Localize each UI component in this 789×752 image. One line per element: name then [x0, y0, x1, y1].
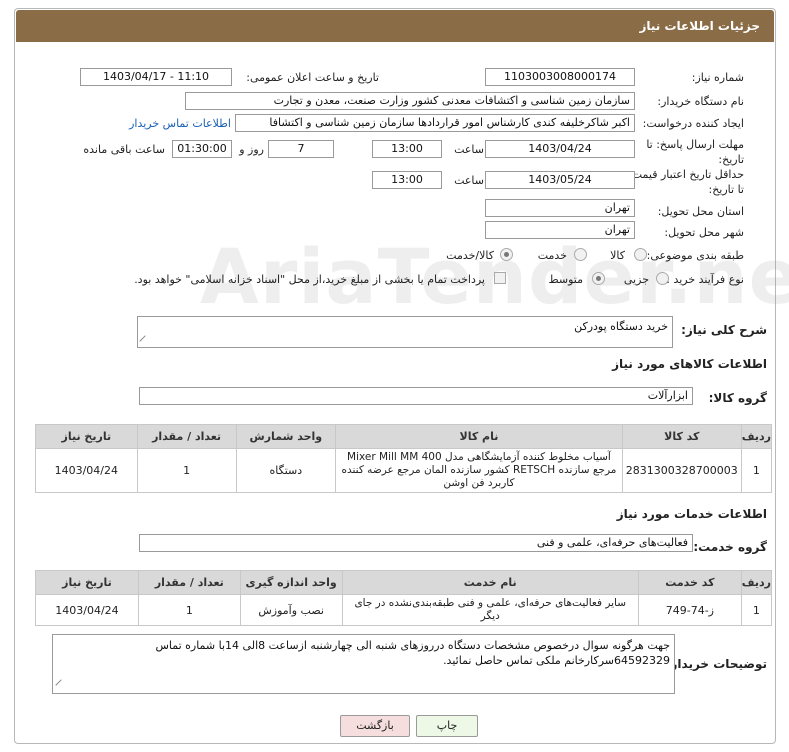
category-radio-goods[interactable] — [634, 248, 647, 261]
services-col-date: تاریخ نیاز — [35, 570, 139, 595]
goods-row-code: 2831300328700003 — [621, 448, 742, 493]
announce-datetime-field: 1403/04/17 - 11:10 — [80, 68, 232, 86]
services-group-label: گروه خدمت: — [693, 540, 767, 554]
category-label: طبقه بندی موضوعی: — [646, 249, 744, 262]
category-option-goods-service: کالا/خدمت — [446, 249, 494, 262]
goods-col-code: کد کالا — [621, 424, 742, 449]
province-field: تهران — [485, 199, 635, 217]
reply-deadline-label: مهلت ارسال پاسخ: تا تاریخ: — [646, 138, 744, 166]
process-option-minor: جزیی — [623, 273, 649, 286]
services-col-unit: واحد اندازه گیری — [239, 570, 343, 595]
goods-section-title: اطلاعات کالاهای مورد نیاز — [612, 357, 767, 371]
goods-row-name: آسیاب مخلوط کننده آزمایشگاهی مدل Mixer M… — [335, 448, 623, 493]
services-row-index: 1 — [740, 594, 773, 626]
announce-datetime-label: تاریخ و ساعت اعلان عمومی: — [246, 71, 379, 84]
table-row: 1 2831300328700003 آسیاب مخلوط کننده آزم… — [35, 448, 773, 493]
city-label: شهر محل تحویل: — [664, 226, 744, 239]
goods-col-index: ردیف — [740, 424, 773, 449]
treasury-payment-note: پرداخت تمام یا بخشی از مبلغ خرید،از محل … — [134, 273, 485, 286]
goods-group-field: ابزارآلات — [139, 387, 693, 405]
process-option-medium: متوسط — [548, 273, 583, 286]
process-radio-minor[interactable] — [656, 272, 669, 285]
city-field: تهران — [485, 221, 635, 239]
buyer-notes-label: توضیحات خریدار: — [665, 657, 767, 671]
services-col-code: کد خدمت — [637, 570, 742, 595]
services-col-qty: تعداد / مقدار — [137, 570, 241, 595]
buyer-org-field: سازمان زمین شناسی و اکتشافات معدنی کشور … — [185, 92, 635, 110]
remaining-time-field: 01:30:00 — [172, 140, 232, 158]
panel-header: جزئیات اطلاعات نیاز — [16, 10, 774, 42]
services-col-index: ردیف — [740, 570, 773, 595]
services-row-code: ز-74-749 — [637, 594, 742, 626]
price-validity-date: 1403/05/24 — [485, 171, 635, 189]
goods-col-unit: واحد شمارش — [235, 424, 337, 449]
category-option-service: خدمت — [537, 249, 567, 262]
services-col-name: نام خدمت — [341, 570, 639, 595]
category-radio-goods-service[interactable] — [500, 248, 513, 261]
reply-deadline-date: 1403/04/24 — [485, 140, 635, 158]
purchase-process-label: نوع فرآیند خرید : — [666, 273, 744, 286]
reply-time-label: ساعت — [454, 143, 484, 156]
back-button[interactable]: بازگشت — [340, 715, 410, 737]
buyer-org-label: نام دستگاه خریدار: — [657, 95, 744, 108]
requester-label: ایجاد کننده درخواست: — [642, 117, 744, 130]
buyer-contact-link[interactable]: اطلاعات تماس خریدار — [129, 117, 231, 130]
goods-row-qty: 1 — [136, 448, 237, 493]
requester-field: اکبر شاکرخلیفه کندی کارشناس امور قرارداد… — [235, 114, 635, 132]
table-row: 1 ز-74-749 سایر فعالیت‌های حرفه‌ای، علمی… — [35, 594, 773, 626]
services-group-field: فعالیت‌های حرفه‌ای، علمی و فنی — [139, 534, 693, 552]
need-number-field: 1103003008000174 — [485, 68, 635, 86]
summary-label: شرح کلی نیاز: — [681, 323, 767, 337]
days-label: روز و — [239, 143, 264, 156]
services-row-name: سایر فعالیت‌های حرفه‌ای، علمی و فنی طبقه… — [341, 594, 639, 626]
need-number-label: شماره نیاز: — [691, 71, 744, 84]
services-row-unit: نصب وآموزش — [239, 594, 343, 626]
treasury-payment-checkbox[interactable] — [494, 272, 506, 284]
category-radio-service[interactable] — [574, 248, 587, 261]
goods-row-index: 1 — [740, 448, 773, 493]
panel-title: جزئیات اطلاعات نیاز — [639, 19, 760, 33]
buyer-notes-textarea[interactable]: جهت هرگونه سوال درخصوص مشخصات دستگاه درر… — [52, 634, 675, 694]
province-label: استان محل تحویل: — [657, 205, 744, 218]
goods-col-qty: تعداد / مقدار — [136, 424, 237, 449]
price-validity-time: 13:00 — [372, 171, 442, 189]
reply-days-field: 7 — [268, 140, 334, 158]
services-table: ردیف کد خدمت نام خدمت واحد اندازه گیری ت… — [35, 570, 773, 626]
remaining-label: ساعت باقی مانده — [83, 143, 165, 156]
category-option-goods: کالا — [610, 249, 625, 262]
goods-row-unit: دستگاه — [235, 448, 337, 493]
price-validity-label: حداقل تاریخ اعتبار قیمت: تا تاریخ: — [628, 168, 744, 196]
goods-table: ردیف کد کالا نام کالا واحد شمارش تعداد /… — [35, 424, 773, 493]
goods-col-name: نام کالا — [335, 424, 623, 449]
reply-deadline-time: 13:00 — [372, 140, 442, 158]
goods-group-label: گروه کالا: — [708, 391, 767, 405]
goods-row-date: 1403/04/24 — [35, 448, 138, 493]
print-button[interactable]: چاپ — [416, 715, 478, 737]
services-row-date: 1403/04/24 — [35, 594, 139, 626]
services-row-qty: 1 — [137, 594, 241, 626]
summary-textarea[interactable]: خرید دستگاه پودرکن — [137, 316, 673, 348]
process-radio-medium[interactable] — [592, 272, 605, 285]
services-section-title: اطلاعات خدمات مورد نیاز — [616, 507, 767, 521]
goods-col-date: تاریخ نیاز — [35, 424, 138, 449]
price-time-label: ساعت — [454, 174, 484, 187]
